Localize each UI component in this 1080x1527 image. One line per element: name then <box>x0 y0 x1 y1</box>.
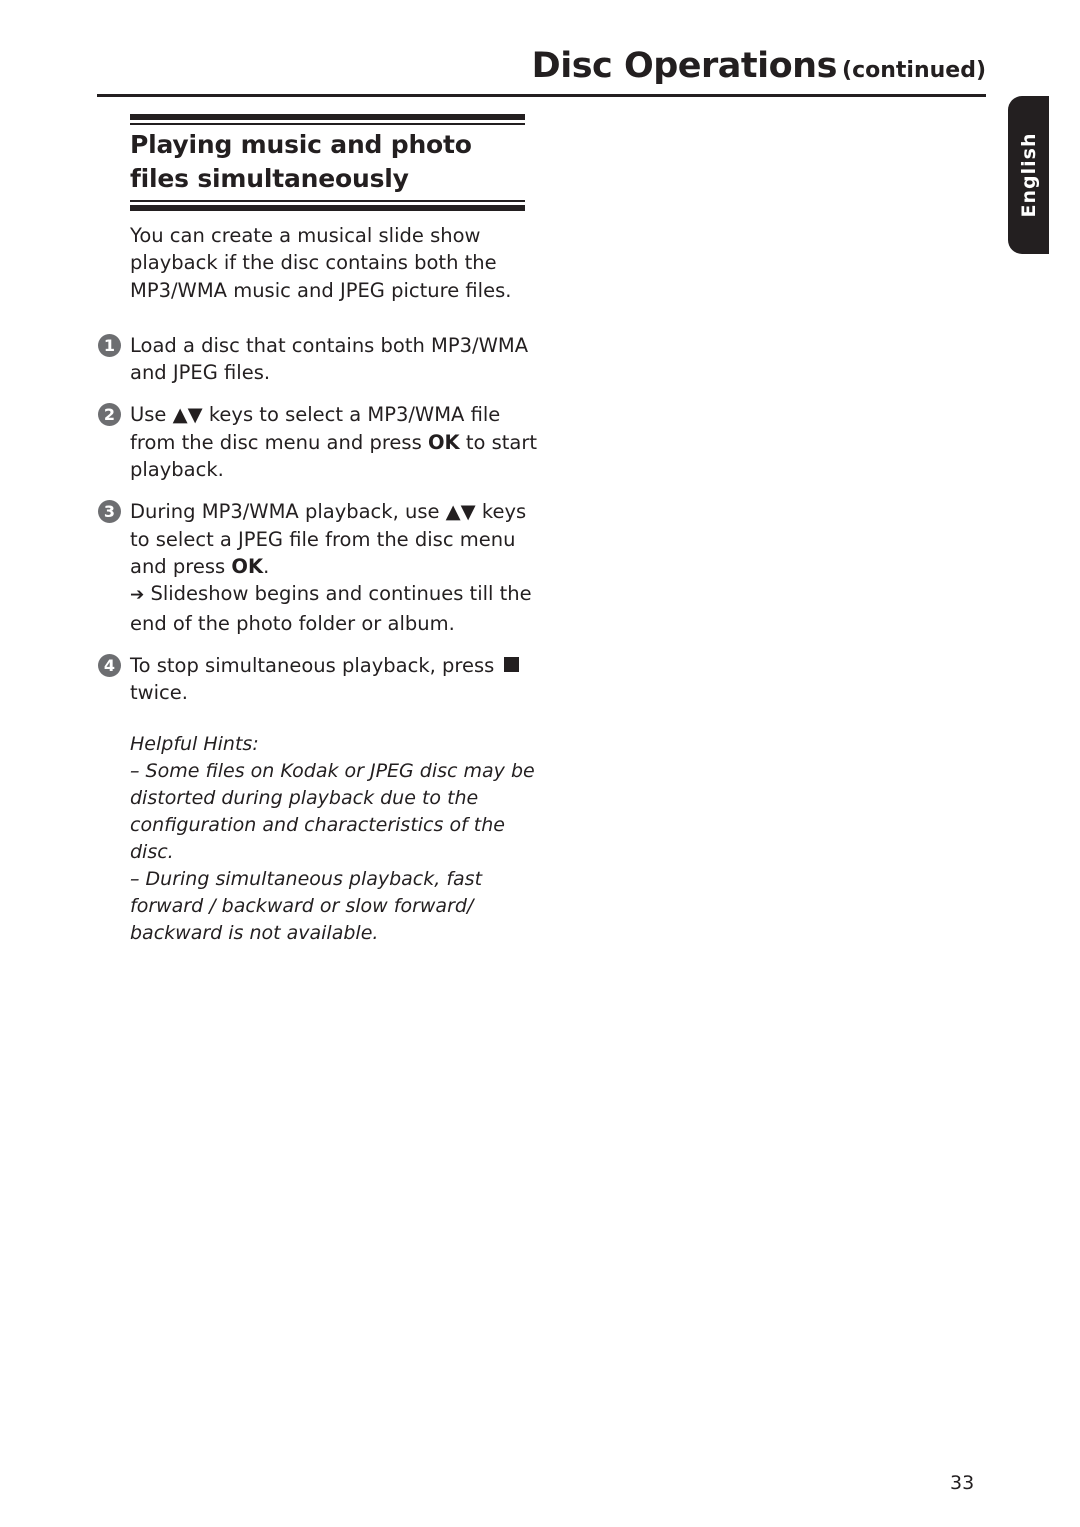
step-3: 3 During MP3/WMA playback, use ▲▼ keys t… <box>97 498 537 636</box>
divider <box>130 205 525 211</box>
intro-paragraph: You can create a musical slide show play… <box>130 224 512 302</box>
hint-item: – During simultaneous playback, fast for… <box>130 868 483 945</box>
helpful-hints: Helpful Hints: – Some files on Kodak or … <box>97 731 537 947</box>
step-text: During MP3/WMA playback, use ▲▼ keys to … <box>130 500 527 578</box>
step-text: . <box>263 554 270 578</box>
ok-key-label: OK <box>427 430 460 454</box>
step-result: ➔ Slideshow begins and continues till th… <box>130 580 537 637</box>
page-title-main: Disc Operations <box>531 46 838 86</box>
language-tab: English <box>1008 96 1049 254</box>
step-text: twice. <box>130 681 188 705</box>
page-title: Disc Operations (continued) <box>532 46 986 86</box>
step-number-icon: 1 <box>98 333 121 357</box>
step-1: 1 Load a disc that contains both MP3/WMA… <box>97 332 537 387</box>
ok-key-label: OK <box>231 554 264 578</box>
result-text: Slideshow begins and continues till the … <box>130 582 532 635</box>
language-tab-label: English <box>1017 132 1040 218</box>
step-number-icon: 4 <box>98 653 121 677</box>
step-text: To stop simultaneous playback, press <box>130 653 495 677</box>
section-heading-block: Playing music and photo files simultaneo… <box>130 114 525 211</box>
step-number-icon: 2 <box>98 403 121 427</box>
content-body: You can create a musical slide show play… <box>97 222 537 947</box>
step-text: Load a disc that contains both MP3/WMA a… <box>130 333 529 385</box>
step-2: 2 Use ▲▼ keys to select a MP3/WMA file f… <box>97 401 537 483</box>
page-title-continued: (continued) <box>842 58 986 83</box>
hints-title: Helpful Hints: <box>130 733 259 756</box>
section-title: Playing music and photo files simultaneo… <box>130 130 472 193</box>
step-number-icon: 3 <box>98 500 121 524</box>
hint-item: – Some files on Kodak or JPEG disc may b… <box>130 760 535 864</box>
step-4: 4 To stop simultaneous playback, press t… <box>97 652 537 707</box>
result-arrow-icon: ➔ <box>130 585 145 606</box>
stop-icon <box>503 656 519 672</box>
page-number: 33 <box>950 1472 975 1494</box>
page-header: Disc Operations (continued) <box>97 40 986 97</box>
